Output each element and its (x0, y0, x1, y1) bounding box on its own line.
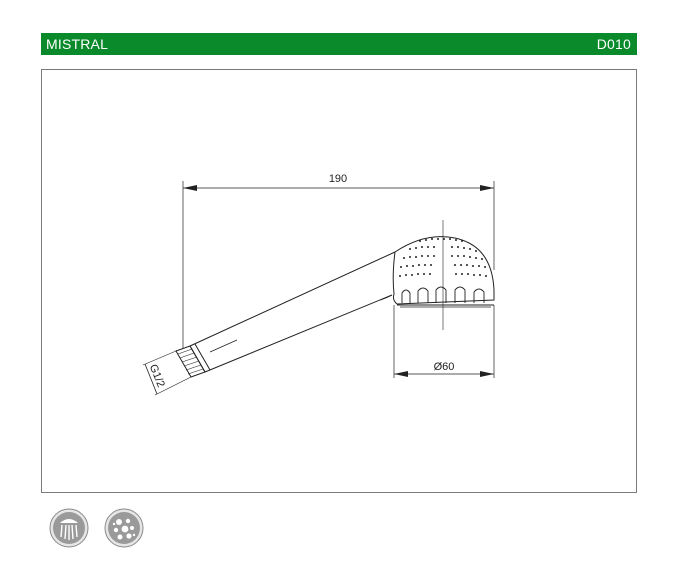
hand-shower-outline (175, 181, 495, 378)
massage-jets-icon (104, 508, 144, 548)
dimension-length (183, 185, 494, 191)
shower-spray-icon (49, 508, 89, 548)
shower-head (392, 236, 495, 305)
dimension-length-label: 190 (329, 173, 347, 185)
technical-drawing: 190 Ø60 G1/2 (142, 173, 495, 396)
thread-connector (175, 345, 206, 378)
dimension-diameter-label: Ø60 (434, 361, 455, 373)
